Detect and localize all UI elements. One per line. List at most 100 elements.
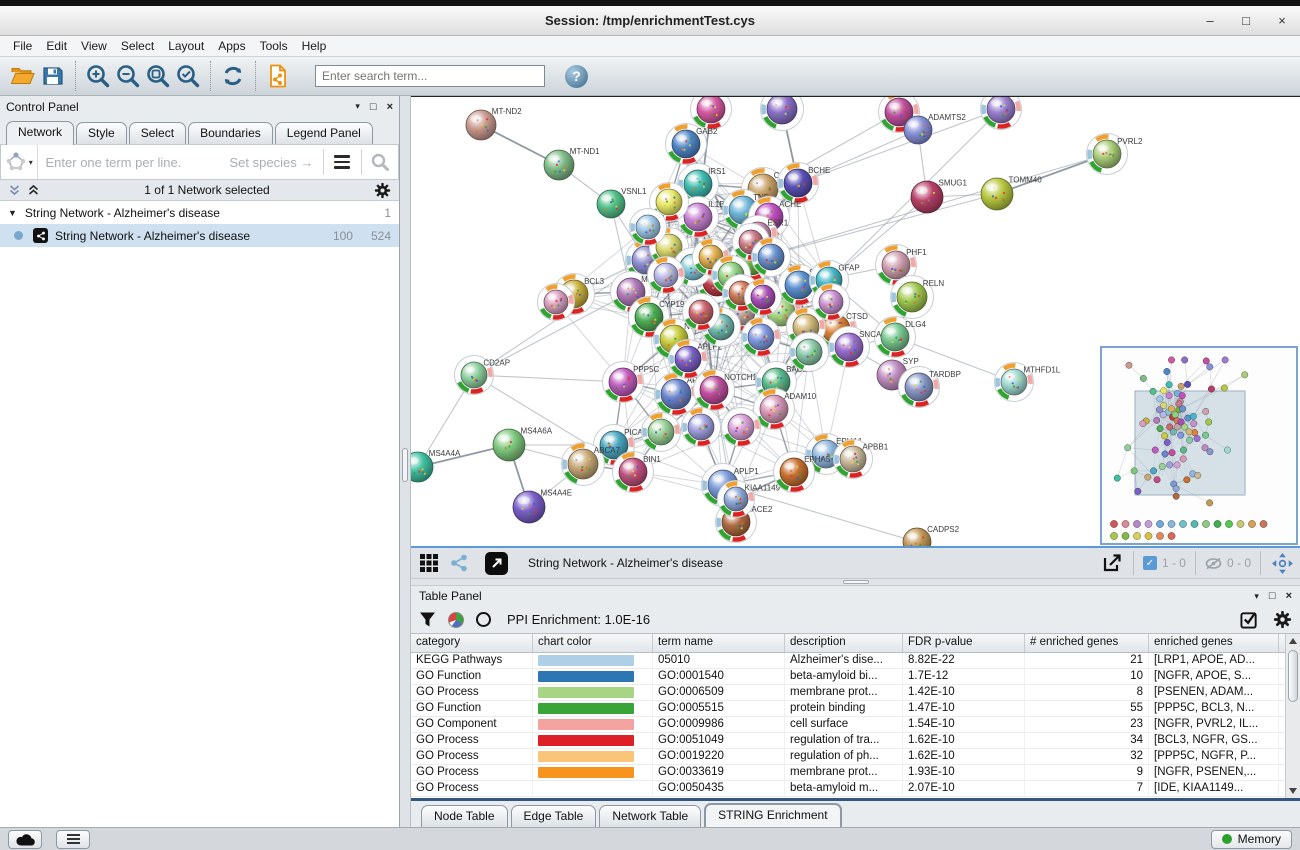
network-node[interactable] bbox=[722, 408, 761, 447]
splitter-grip[interactable] bbox=[843, 580, 869, 584]
network-node-bin1[interactable]: BIN1 bbox=[613, 452, 662, 493]
collapse-all-icon[interactable] bbox=[8, 184, 21, 197]
column-header-chart-color[interactable]: chart color bbox=[533, 634, 653, 652]
set-species-label[interactable]: Set species → bbox=[230, 155, 324, 170]
open-in-string-button[interactable] bbox=[485, 552, 508, 575]
network-node-ppp5c[interactable]: PPP5C bbox=[603, 362, 660, 403]
tab-boundaries[interactable]: Boundaries bbox=[188, 122, 273, 144]
network-node[interactable] bbox=[642, 413, 681, 452]
save-session-button[interactable] bbox=[38, 61, 68, 91]
export-network-button[interactable] bbox=[1100, 551, 1124, 575]
open-session-button[interactable] bbox=[8, 61, 38, 91]
panel-splitter[interactable] bbox=[400, 96, 411, 827]
network-node-ms4a4e[interactable]: MS4A4E bbox=[513, 488, 572, 523]
table-row[interactable]: GO ProcessGO:0019220regulation of ph...1… bbox=[411, 749, 1285, 765]
tab-network-table[interactable]: Network Table bbox=[599, 805, 701, 827]
network-node[interactable] bbox=[648, 257, 685, 294]
import-network-button[interactable] bbox=[263, 61, 293, 91]
gear-icon[interactable] bbox=[1273, 610, 1292, 629]
column-header-description[interactable]: description bbox=[785, 634, 903, 652]
clear-color-button[interactable] bbox=[476, 612, 491, 627]
table-scrollbar[interactable] bbox=[1285, 634, 1300, 798]
string-search-button[interactable] bbox=[362, 145, 398, 179]
network-node-pvrl2[interactable]: PVRL2 bbox=[1087, 134, 1143, 175]
menu-tools[interactable]: Tools bbox=[253, 37, 295, 55]
network-node-cd2ap[interactable]: CD2AP bbox=[455, 356, 511, 395]
network-node[interactable] bbox=[682, 408, 721, 447]
menu-edit[interactable]: Edit bbox=[39, 37, 74, 55]
float-panel-icon[interactable]: □ bbox=[370, 101, 377, 113]
float-panel-icon[interactable]: □ bbox=[1269, 590, 1276, 602]
column-header-enriched-genes[interactable]: enriched genes bbox=[1149, 634, 1279, 652]
network-node-reln[interactable]: RELN bbox=[891, 276, 945, 319]
table-row[interactable]: GO ComponentGO:0009986cell surface1.54E-… bbox=[411, 717, 1285, 733]
tree-collapse-caret[interactable]: ▼ bbox=[8, 208, 17, 218]
search-input[interactable] bbox=[315, 65, 545, 87]
string-options-button[interactable] bbox=[324, 145, 360, 179]
string-query-input[interactable] bbox=[38, 155, 230, 170]
network-node-adamts2[interactable]: ADAMTS2 bbox=[904, 113, 966, 144]
network-node-ms4a4a[interactable]: MS4A4A bbox=[411, 449, 461, 482]
column-header--enriched-genes[interactable]: # enriched genes bbox=[1025, 634, 1149, 652]
column-header-category[interactable]: category bbox=[411, 634, 533, 652]
network-node-bche[interactable]: BCHE bbox=[778, 163, 831, 204]
network-node[interactable] bbox=[538, 284, 575, 321]
network-node[interactable] bbox=[981, 97, 1022, 130]
maximize-button[interactable]: □ bbox=[1238, 13, 1254, 28]
network-canvas[interactable]: MT-ND2MT-ND1VSNL1ADAMTS2PVRL2SMUG1TOMM40… bbox=[411, 96, 1300, 546]
cloud-tasks-button[interactable] bbox=[8, 830, 42, 849]
birds-eye-view[interactable] bbox=[1100, 346, 1298, 545]
table-splitter[interactable] bbox=[411, 578, 1300, 586]
table-row[interactable]: GO ProcessGO:0050435beta-amyloid m...2.0… bbox=[411, 781, 1285, 797]
menu-select[interactable]: Select bbox=[114, 37, 161, 55]
zoom-selected-button[interactable] bbox=[173, 61, 203, 91]
scroll-up-button[interactable] bbox=[1286, 634, 1300, 648]
panel-menu-icon[interactable]: ▾ bbox=[1254, 591, 1259, 602]
table-row[interactable]: GO ProcessGO:0051049regulation of tra...… bbox=[411, 733, 1285, 749]
task-history-button[interactable] bbox=[56, 830, 90, 849]
column-header-fdr-p-value[interactable]: FDR p-value bbox=[903, 634, 1025, 652]
chart-color-button[interactable] bbox=[448, 612, 464, 628]
network-node[interactable] bbox=[745, 279, 782, 316]
column-header-term-name[interactable]: term name bbox=[653, 634, 785, 652]
network-node-adam10[interactable]: ADAM10 bbox=[754, 389, 817, 430]
close-panel-icon[interactable]: × bbox=[1286, 590, 1292, 602]
filter-icon[interactable] bbox=[419, 611, 436, 628]
panel-menu-icon[interactable]: ▾ bbox=[355, 101, 360, 112]
table-row[interactable]: GO FunctionGO:0001540beta-amyloid bi...1… bbox=[411, 669, 1285, 685]
table-row[interactable]: KEGG Pathways05010Alzheimer's dise...8.8… bbox=[411, 653, 1285, 669]
zoom-out-button[interactable] bbox=[113, 61, 143, 91]
help-button[interactable]: ? bbox=[565, 65, 588, 88]
network-node-tomm40[interactable]: TOMM40 bbox=[981, 175, 1042, 210]
table-row[interactable]: GO FunctionGO:0005515protein binding1.47… bbox=[411, 701, 1285, 717]
tab-network[interactable]: Network bbox=[6, 121, 74, 145]
table-row[interactable]: GO ProcessGO:0033619membrane prot...1.93… bbox=[411, 765, 1285, 781]
network-node-mt-nd2[interactable]: MT-ND2 bbox=[466, 107, 522, 140]
scroll-down-button[interactable] bbox=[1286, 784, 1300, 798]
gear-icon[interactable] bbox=[374, 182, 391, 199]
network-node[interactable] bbox=[752, 238, 791, 277]
scroll-thumb[interactable] bbox=[1288, 650, 1298, 702]
grid-view-button[interactable] bbox=[417, 551, 441, 575]
close-button[interactable]: × bbox=[1274, 13, 1290, 28]
table-row[interactable]: GO ProcessGO:0006509membrane prot...1.42… bbox=[411, 685, 1285, 701]
network-node-mthfd1l[interactable]: MTHFD1L bbox=[995, 363, 1061, 402]
minimize-button[interactable]: – bbox=[1202, 13, 1218, 28]
tab-string-enrichment[interactable]: STRING Enrichment bbox=[704, 803, 841, 827]
tab-style[interactable]: Style bbox=[76, 122, 127, 144]
splitter-grip[interactable] bbox=[402, 448, 408, 482]
network-node[interactable] bbox=[691, 97, 732, 130]
tab-edge-table[interactable]: Edge Table bbox=[511, 805, 597, 827]
network-node-ms4a6a[interactable]: MS4A6A bbox=[493, 426, 553, 461]
network-node-cadps2[interactable]: CADPS2 bbox=[903, 525, 960, 546]
menu-file[interactable]: File bbox=[6, 37, 39, 55]
menu-view[interactable]: View bbox=[74, 37, 114, 55]
network-node[interactable] bbox=[742, 318, 781, 357]
network-node[interactable] bbox=[813, 284, 850, 321]
string-logo-dropdown[interactable]: ▾ bbox=[1, 145, 38, 179]
close-panel-icon[interactable]: × bbox=[387, 101, 393, 113]
memory-button[interactable]: Memory bbox=[1211, 830, 1292, 849]
network-node-apbb1[interactable]: APBB1 bbox=[834, 440, 889, 479]
network-node-dlg4[interactable]: DLG4 bbox=[875, 317, 927, 358]
tab-select[interactable]: Select bbox=[129, 122, 186, 144]
